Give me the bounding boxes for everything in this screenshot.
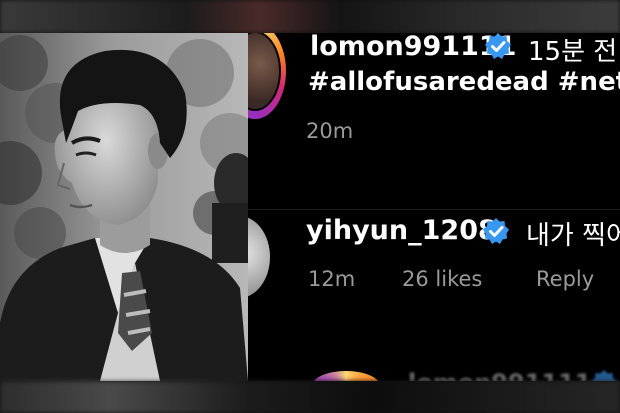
commenter-avatar-story-ring[interactable] [312,371,380,381]
avatar [248,33,281,111]
comment-username[interactable]: lomon991111 [408,369,592,381]
reply-button[interactable]: Reply [536,267,594,291]
comment-timestamp: 12m [308,267,356,291]
comment-text: 내가 찍어 [526,221,620,251]
portrait-photo [0,33,248,381]
verified-badge-icon [485,33,511,59]
comment-timestamp: 20m [306,119,354,143]
verified-badge-icon [591,370,617,381]
portrait-illustration [0,33,248,381]
comment-hashtags[interactable]: #allofusaredead #netf [308,67,620,97]
blurred-bottom-strip [0,381,620,413]
blurred-top-strip [0,0,620,33]
comment-username[interactable]: yihyun_1208 [306,215,497,246]
comment-text: 15분 전 [528,37,618,67]
commenter-avatar-story-ring[interactable] [248,33,286,119]
like-count[interactable]: 26 likes [402,267,482,291]
avatar[interactable] [248,216,270,298]
comments-panel: lomon991111 15분 전 #allofusaredead #netf … [248,33,620,381]
comment-divider [248,209,620,210]
verified-badge-icon [483,218,509,244]
